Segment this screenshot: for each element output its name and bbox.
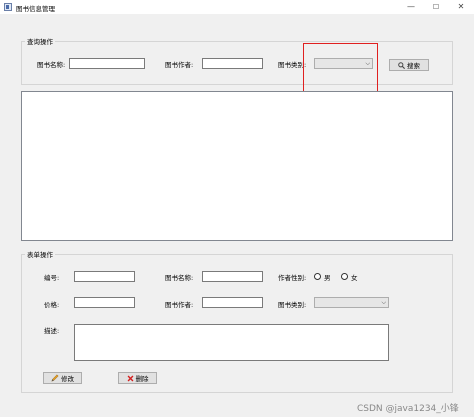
- book-table[interactable]: [21, 91, 453, 241]
- form-author-input[interactable]: [202, 297, 263, 308]
- watermark: CSDN @java1234_小锋: [357, 404, 459, 414]
- form-category-label: 图书类别:: [278, 301, 307, 309]
- form-author-label: 图书作者:: [165, 301, 194, 309]
- form-desc-label: 描述:: [44, 327, 60, 335]
- query-book-name-input[interactable]: [69, 58, 145, 69]
- app-icon: [4, 3, 12, 11]
- window-title: 图书信息管理: [16, 5, 55, 13]
- form-price-label: 价格:: [44, 301, 60, 309]
- query-author-input[interactable]: [202, 58, 263, 69]
- male-radio[interactable]: [314, 273, 321, 280]
- query-book-name-label: 图书名称:: [37, 61, 66, 69]
- pencil-icon: [51, 374, 59, 382]
- form-id-input[interactable]: [74, 271, 135, 282]
- modify-button-label: 修改: [61, 375, 74, 383]
- search-button[interactable]: 搜索: [389, 59, 429, 71]
- female-radio[interactable]: [341, 273, 348, 280]
- query-author-label: 图书作者:: [165, 61, 194, 69]
- form-id-label: 编号:: [44, 274, 60, 282]
- form-gender-label: 作者性别:: [278, 274, 307, 282]
- highlight-box: [303, 43, 378, 93]
- form-category-select[interactable]: ⌵: [314, 297, 389, 308]
- form-group-label: 表单操作: [25, 249, 55, 259]
- modify-button[interactable]: 修改: [43, 372, 82, 384]
- form-book-name-label: 图书名称:: [165, 274, 194, 282]
- minimize-button[interactable]: —: [400, 1, 422, 13]
- maximize-button[interactable]: ☐: [425, 1, 447, 13]
- magnifier-icon: [398, 61, 405, 69]
- query-category-label: 图书类别:: [278, 61, 307, 69]
- female-radio-label: 女: [351, 274, 358, 282]
- form-price-input[interactable]: [74, 297, 135, 308]
- delete-button-label: 删除: [135, 375, 149, 383]
- male-radio-label: 男: [324, 274, 331, 282]
- chevron-down-icon: ⌵: [381, 299, 386, 306]
- delete-x-icon: [127, 375, 133, 381]
- search-button-label: 搜索: [407, 62, 420, 70]
- form-book-name-input[interactable]: [202, 271, 263, 282]
- delete-button[interactable]: 删除: [118, 372, 157, 384]
- form-desc-textarea[interactable]: [74, 324, 389, 361]
- query-group-label: 查询操作: [25, 36, 55, 46]
- close-button[interactable]: ✕: [450, 1, 472, 13]
